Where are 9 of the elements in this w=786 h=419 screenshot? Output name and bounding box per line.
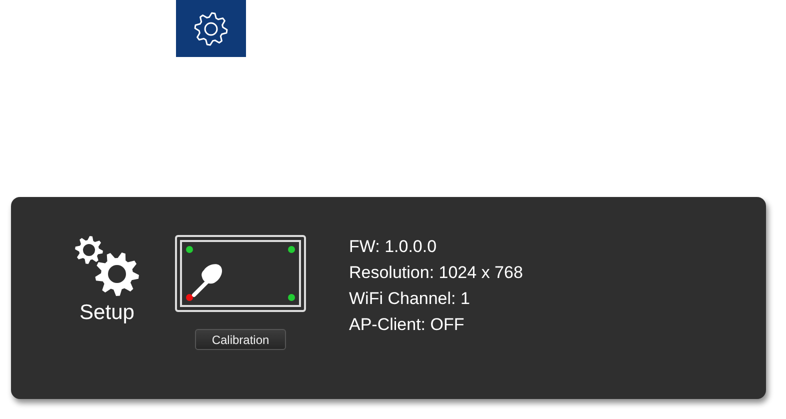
info-line: Resolution: 1024 x 768 <box>349 263 523 283</box>
info-line: AP-Client: OFF <box>349 315 466 335</box>
info-line: WiFi Channel: 1 <box>349 289 471 309</box>
settings-button[interactable] <box>176 0 246 57</box>
info-line: FW: 1.0.0.0 <box>349 237 438 257</box>
gears-icon <box>74 235 140 297</box>
calibration-button[interactable]: Calibration <box>195 329 286 350</box>
setup-label: Setup <box>80 301 134 325</box>
settings-icon <box>193 10 229 46</box>
